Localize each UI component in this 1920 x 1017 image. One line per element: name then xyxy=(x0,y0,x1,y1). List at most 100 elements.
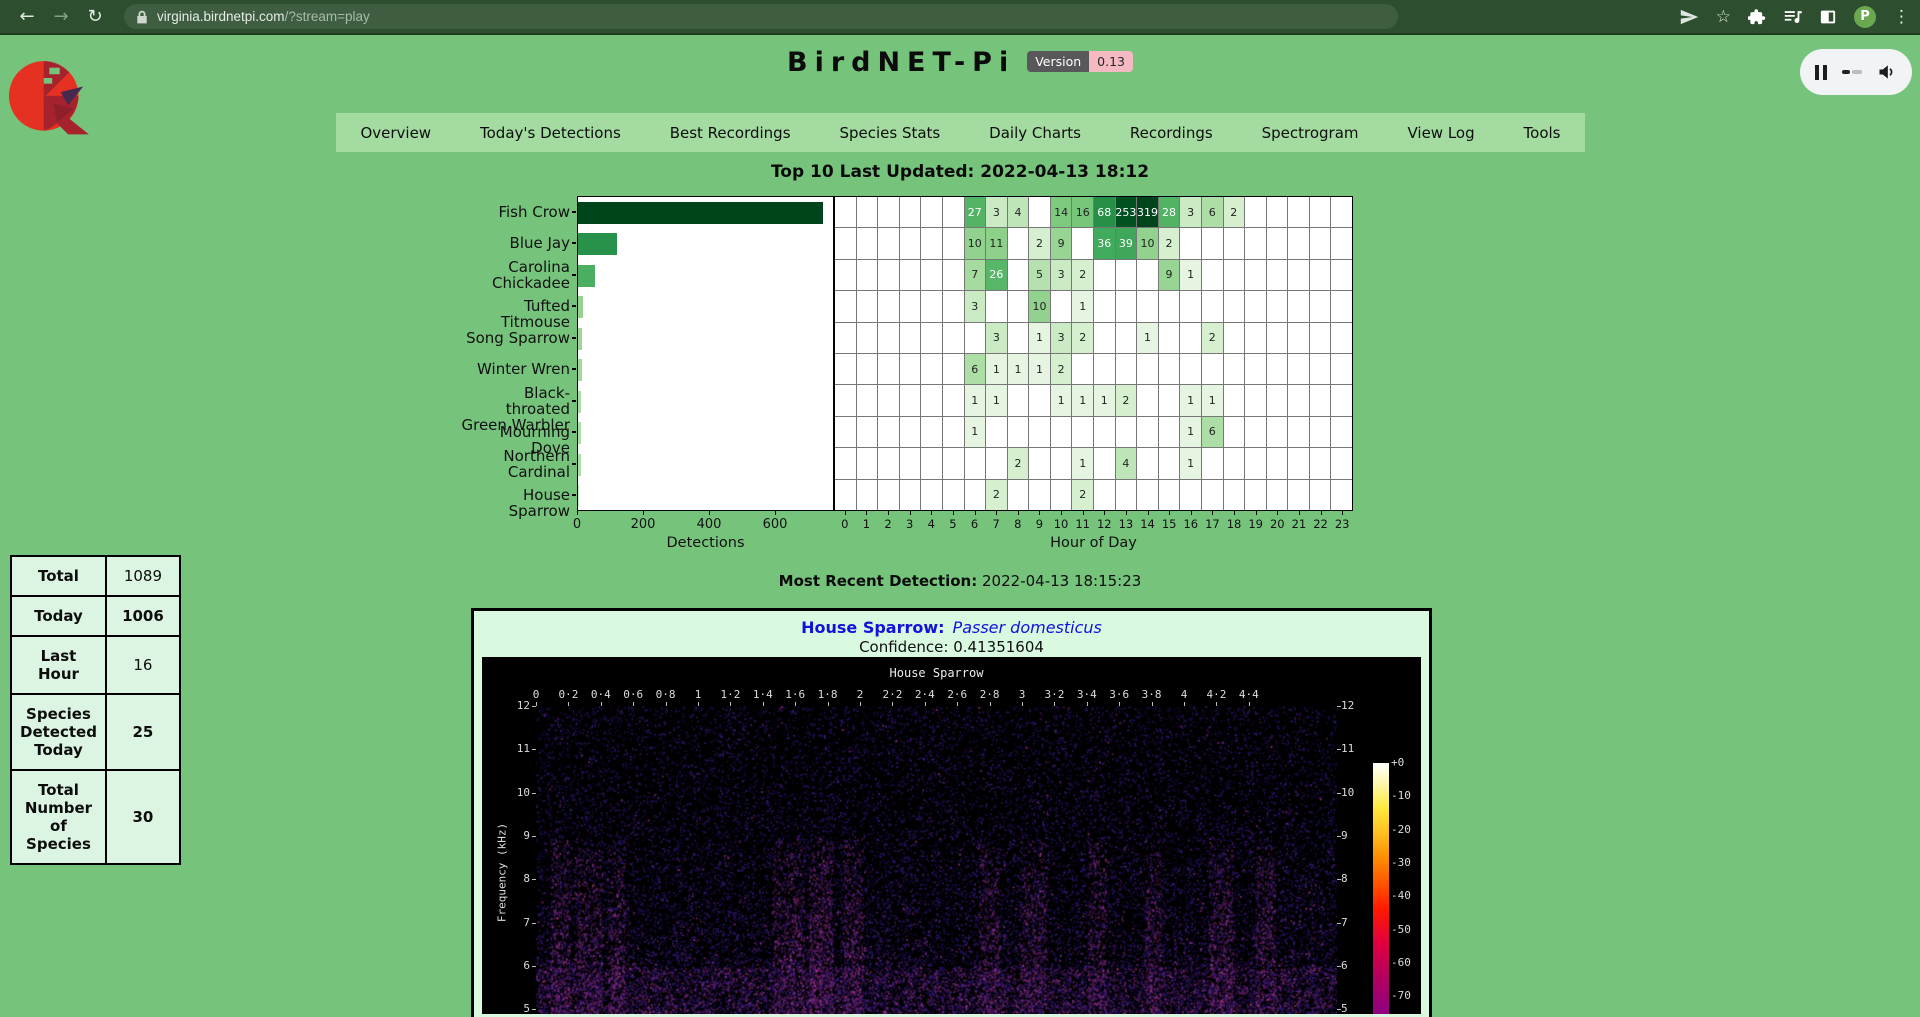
time-axis-tick-label: 1·6 xyxy=(779,688,811,701)
heatmap-cell xyxy=(878,197,899,227)
detections-bar xyxy=(578,359,582,381)
hour-axis-tick xyxy=(1169,511,1170,515)
heatmap-cell xyxy=(1331,323,1352,353)
seek-indicator[interactable] xyxy=(1842,70,1862,74)
freq-axis-tick-label-right: 5 xyxy=(1341,1002,1369,1014)
heatmap-cell xyxy=(1137,354,1158,384)
heatmap-cell xyxy=(1288,385,1309,415)
heatmap-cell xyxy=(1116,291,1137,321)
heatmap-cell: 1 xyxy=(1137,323,1158,353)
heatmap-cell: 10 xyxy=(1137,228,1158,258)
nav-species-stats[interactable]: Species Stats xyxy=(839,124,940,142)
heatmap-cell: 1 xyxy=(986,354,1007,384)
url-path: /?stream=play xyxy=(285,9,370,24)
species-label-line: Northern xyxy=(460,448,570,464)
hour-axis-tick xyxy=(1039,511,1040,515)
heatmap-cell xyxy=(1094,260,1115,290)
padlock-icon[interactable] xyxy=(136,10,148,24)
table-row: Today1006 xyxy=(11,596,180,636)
hour-axis-tick-label: 9 xyxy=(1029,517,1049,531)
species-label: Blue Jay xyxy=(460,235,570,251)
heatmap-cell xyxy=(1137,260,1158,290)
heatmap-cell: 14 xyxy=(1051,197,1072,227)
time-axis-tick-label: 0·8 xyxy=(650,688,682,701)
nav-overview[interactable]: Overview xyxy=(360,124,431,142)
nav-todays-detections[interactable]: Today's Detections xyxy=(480,124,621,142)
send-icon[interactable] xyxy=(1680,9,1699,25)
heatmap-cell: 68 xyxy=(1094,197,1115,227)
address-bar[interactable]: virginia.birdnetpi.com/?stream=play xyxy=(124,4,1398,29)
heatmap-cell xyxy=(1288,228,1309,258)
detection-scientific-name[interactable]: Passer domesticus xyxy=(953,618,1102,637)
playlist-icon[interactable] xyxy=(1783,8,1802,25)
nav-recordings[interactable]: Recordings xyxy=(1130,124,1213,142)
nav-tools[interactable]: Tools xyxy=(1524,124,1561,142)
main-navigation: Overview Today's Detections Best Recordi… xyxy=(336,113,1585,152)
pause-icon[interactable] xyxy=(1815,65,1827,80)
heatmap-cell xyxy=(1202,354,1223,384)
browser-actions: ☆ P ⋮ xyxy=(1680,6,1910,28)
heatmap-cell xyxy=(986,448,1007,478)
extensions-puzzle-icon[interactable] xyxy=(1748,8,1766,26)
species-tick xyxy=(572,494,576,496)
forward-icon[interactable]: → xyxy=(44,0,78,33)
freq-axis-tick-right xyxy=(1337,966,1341,967)
hour-axis-tick-label: 15 xyxy=(1159,517,1179,531)
freq-axis-title: Frequency (kHz) xyxy=(496,803,509,943)
heatmap-cell: 1 xyxy=(1051,385,1072,415)
bookmark-star-icon[interactable]: ☆ xyxy=(1716,7,1731,27)
time-axis-tick xyxy=(633,702,634,706)
nav-best-recordings[interactable]: Best Recordings xyxy=(670,124,791,142)
time-axis-tick xyxy=(698,702,699,706)
heatmap-cell xyxy=(1267,417,1288,447)
audio-player[interactable] xyxy=(1800,49,1912,95)
detection-common-name[interactable]: House Sparrow: xyxy=(801,618,944,637)
heatmap-cell xyxy=(1029,480,1050,510)
heatmap-cell xyxy=(1267,260,1288,290)
time-axis-tick-label: 0·6 xyxy=(617,688,649,701)
stat-value-link[interactable]: 1006 xyxy=(106,596,180,636)
freq-axis-tick-label: 11 xyxy=(502,742,530,755)
stat-value-link[interactable]: 30 xyxy=(106,770,180,864)
heatmap-cell: 3 xyxy=(1051,260,1072,290)
nav-spectrogram[interactable]: Spectrogram xyxy=(1262,124,1359,142)
profile-avatar[interactable]: P xyxy=(1854,6,1876,28)
hour-axis-tick xyxy=(845,511,846,515)
bar-axis-tick xyxy=(643,511,644,515)
bars-subplot xyxy=(577,196,834,511)
nav-daily-charts[interactable]: Daily Charts xyxy=(989,124,1081,142)
time-axis-tick xyxy=(730,702,731,706)
heatmap-cell xyxy=(921,291,942,321)
hour-axis-tick xyxy=(888,511,889,515)
heatmap-cell xyxy=(1029,448,1050,478)
stat-label: Total Number of Species xyxy=(11,770,106,864)
heatmap-cell xyxy=(835,228,856,258)
heatmap-cell xyxy=(857,291,878,321)
heatmap-cell xyxy=(1094,354,1115,384)
volume-icon[interactable] xyxy=(1877,62,1897,82)
heatmap-cell xyxy=(1051,291,1072,321)
freq-axis-tick-right xyxy=(1337,706,1341,707)
freq-axis-tick xyxy=(532,923,536,924)
nav-view-log[interactable]: View Log xyxy=(1407,124,1474,142)
species-label: Winter Wren xyxy=(460,361,570,377)
heatmap-cell xyxy=(1310,385,1331,415)
spectrogram-title: House Sparrow xyxy=(536,666,1337,680)
back-icon[interactable]: ← xyxy=(10,0,44,33)
heatmap-cell xyxy=(1224,260,1245,290)
browser-menu-icon[interactable]: ⋮ xyxy=(1893,7,1910,27)
heatmap-cell xyxy=(1094,480,1115,510)
species-label: Tufted Titmouse xyxy=(460,298,570,330)
heatmap-cell xyxy=(900,323,921,353)
side-panel-icon[interactable] xyxy=(1819,8,1837,26)
heatmap-cell xyxy=(943,480,964,510)
time-axis-tick-label: 3·2 xyxy=(1038,688,1070,701)
reload-icon[interactable]: ↻ xyxy=(78,0,112,33)
heatmap-cell xyxy=(921,228,942,258)
species-tick xyxy=(572,337,576,339)
heatmap-cell xyxy=(1202,480,1223,510)
heatmap-cell xyxy=(1029,417,1050,447)
stat-value-link[interactable]: 25 xyxy=(106,694,180,770)
url-text: virginia.birdnetpi.com/?stream=play xyxy=(157,9,370,24)
heatmap-cell xyxy=(1310,197,1331,227)
